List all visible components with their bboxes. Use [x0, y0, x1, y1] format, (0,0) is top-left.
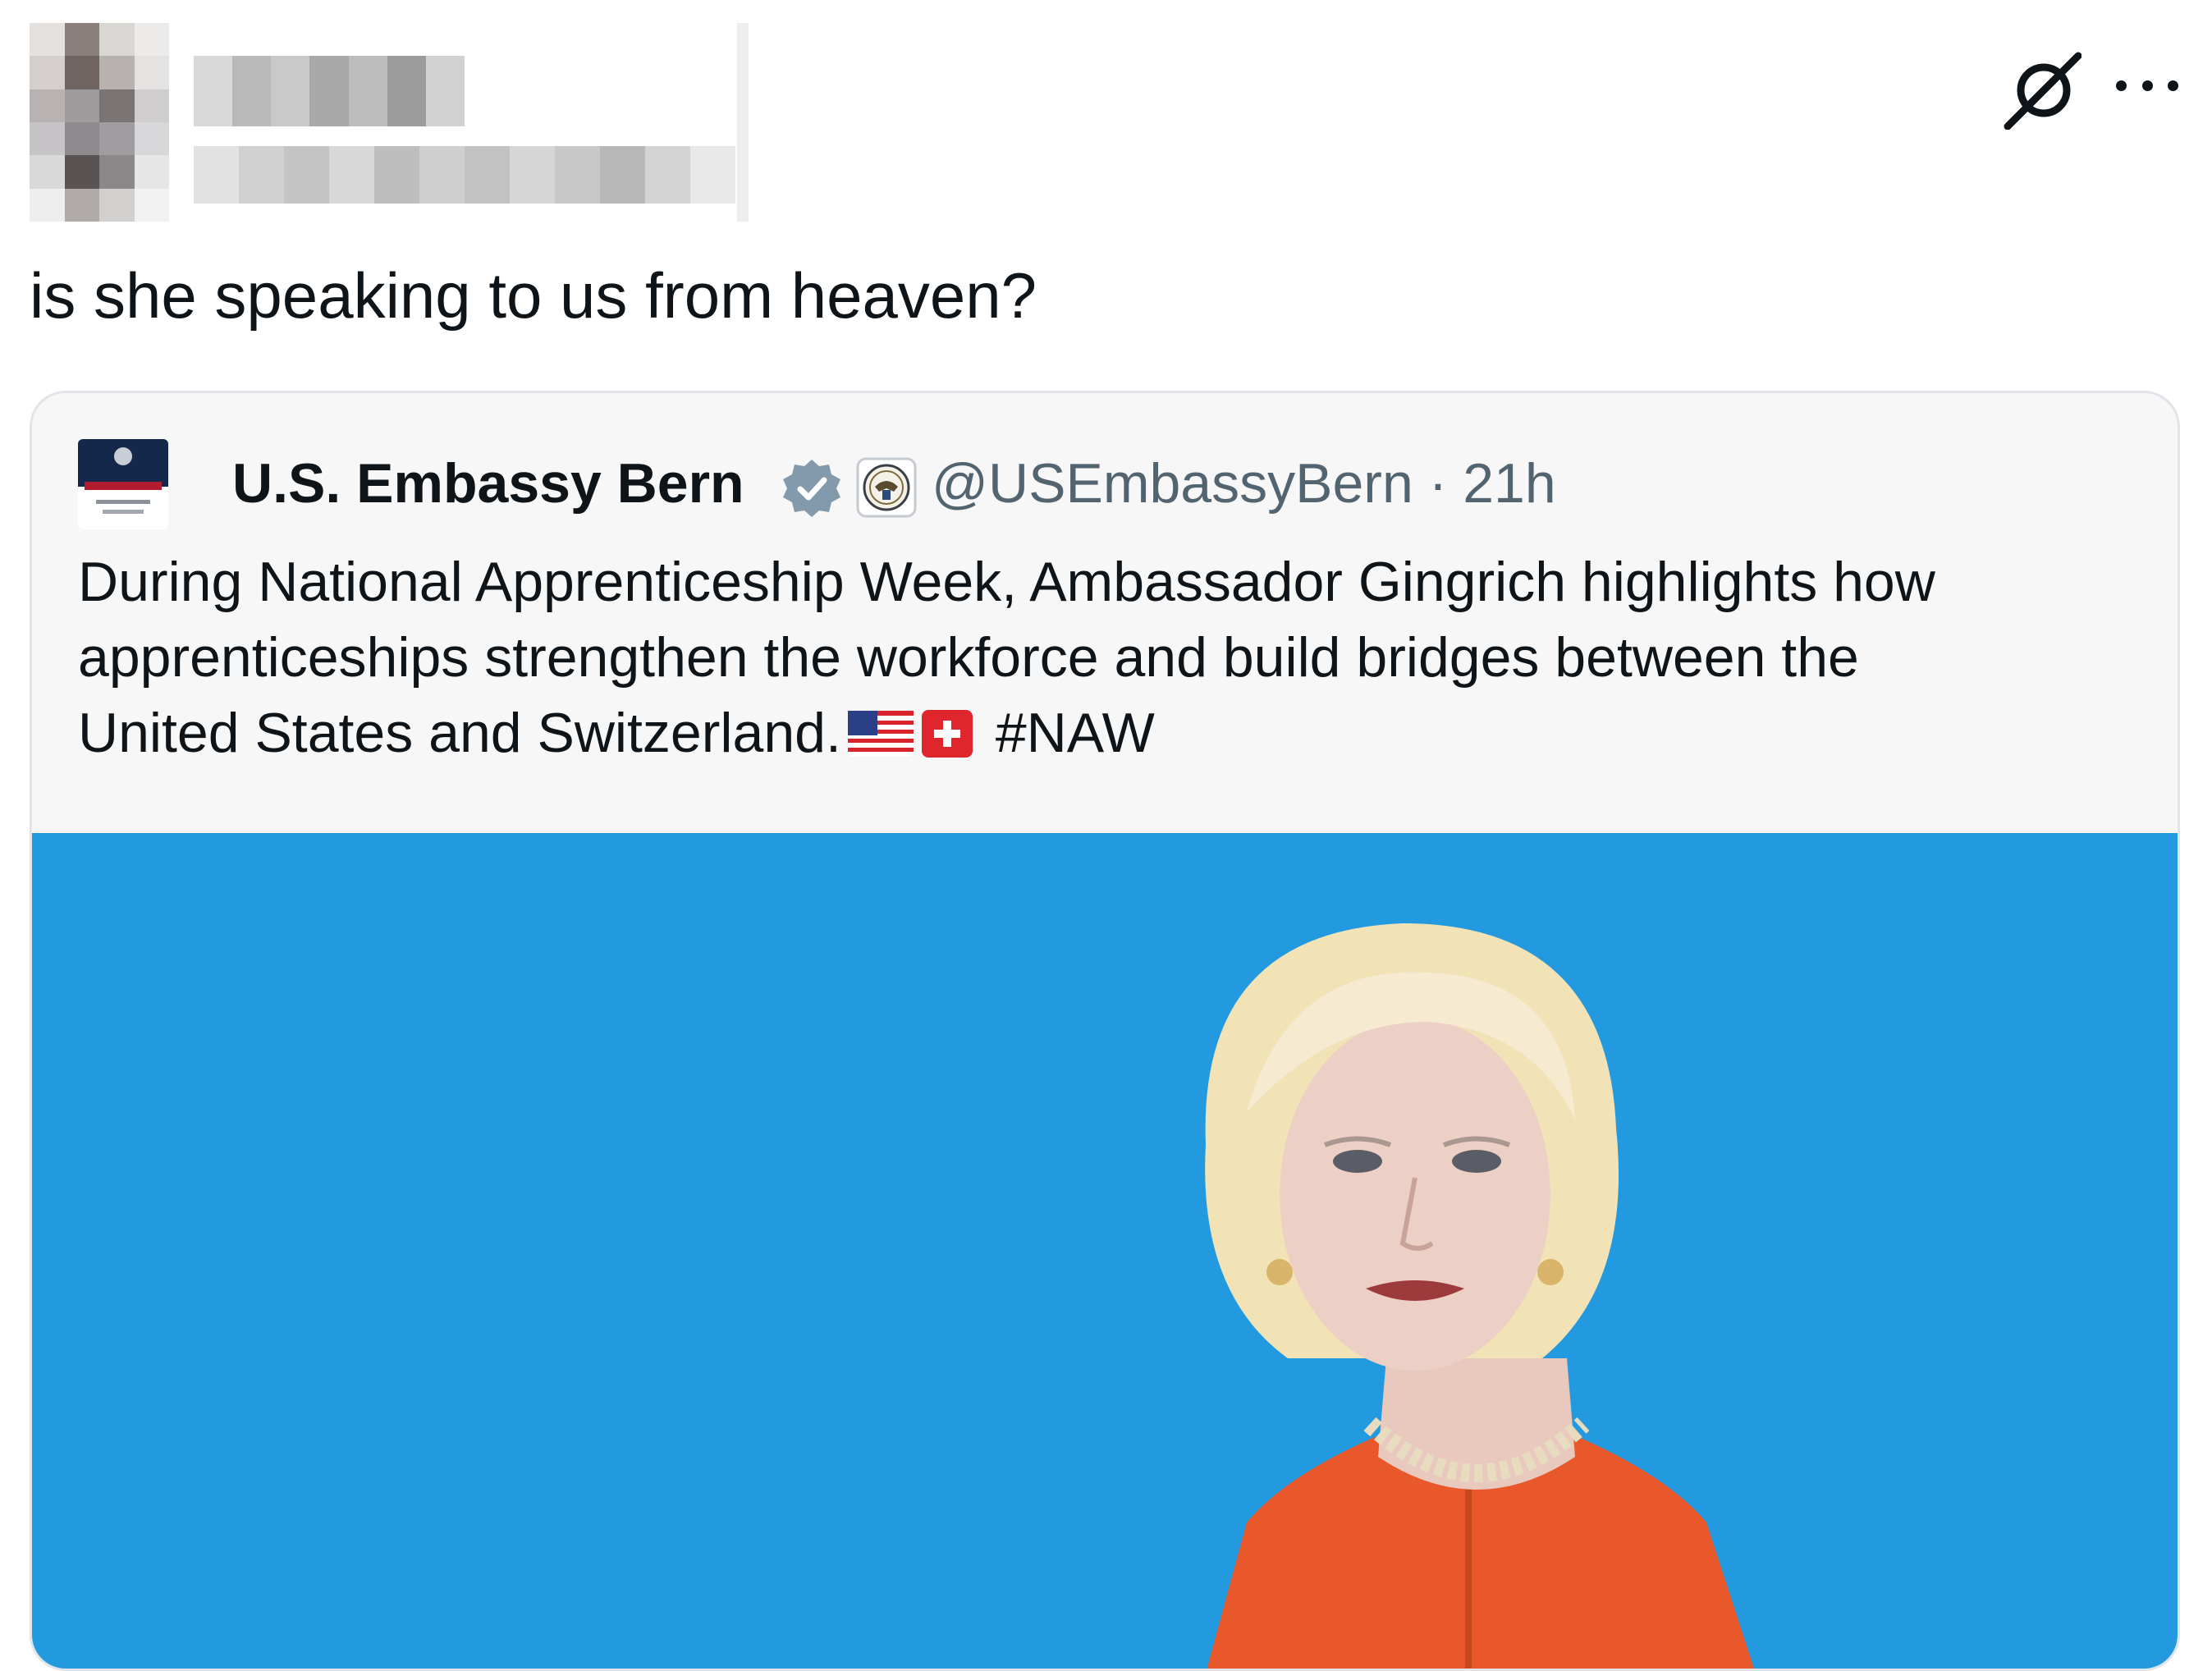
grok-glyph-icon	[2004, 52, 2082, 130]
quoted-text-line: During National Apprenticeship Week, Amb…	[78, 551, 1935, 613]
swiss-flag-emoji	[921, 710, 973, 758]
quoted-handle-time[interactable]: @USEmbassyBern · 21h	[932, 442, 1556, 524]
quoted-text-line: United States and Switzerland.	[78, 702, 841, 764]
quoted-text-line: apprenticeships strengthen the workforce…	[78, 626, 1859, 689]
dot	[2141, 80, 2153, 91]
quoted-post-header: U.S. Embassy Bern @USEmbassyBern · 21h	[78, 439, 2130, 529]
dot	[2168, 80, 2178, 91]
post-text: is she speaking to us from heaven?	[30, 259, 1037, 332]
verified-badge-icon	[783, 460, 840, 517]
government-seal-icon	[856, 457, 917, 518]
more-icon[interactable]	[2116, 71, 2178, 100]
us-flag-emoji	[847, 711, 914, 758]
speaker-portrait-image	[1205, 923, 1755, 1669]
quoted-post-card[interactable]: U.S. Embassy Bern @USEmbassyBern · 21h D…	[30, 391, 2180, 1671]
author-handle[interactable]	[194, 146, 735, 204]
quoted-author-name[interactable]: U.S. Embassy Bern	[232, 442, 744, 524]
post-author[interactable]	[30, 23, 750, 222]
grok-icon[interactable]	[2003, 51, 2082, 130]
quoted-video-media[interactable]	[32, 833, 2178, 1669]
quoted-text-line-last: United States and Switzerland. #NAW	[78, 695, 2146, 771]
quoted-post-text: During National Apprenticeship Week, Amb…	[78, 544, 2146, 771]
embassy-avatar[interactable]	[78, 439, 168, 529]
author-name[interactable]	[194, 56, 465, 126]
author-avatar[interactable]	[30, 23, 169, 222]
hashtag-link[interactable]: #NAW	[996, 702, 1155, 764]
dot	[2116, 80, 2127, 91]
blur-edge	[737, 23, 749, 222]
